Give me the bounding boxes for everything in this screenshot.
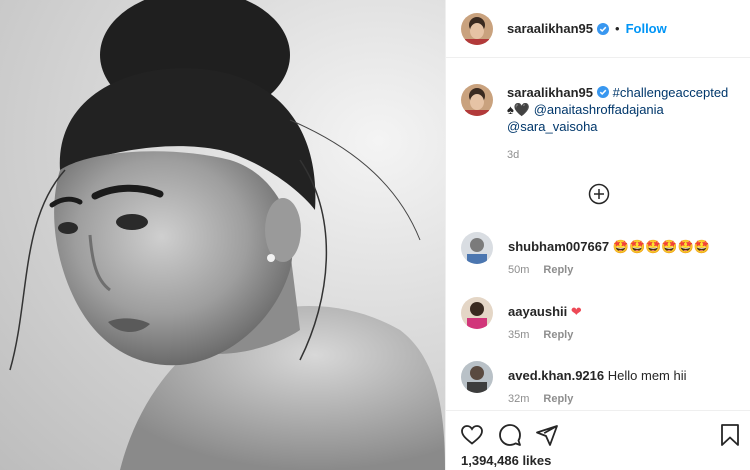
commenter-username[interactable]: shubham007667 — [508, 239, 609, 254]
bookmark-icon[interactable] — [718, 423, 742, 447]
comment-text: Hello mem hii — [607, 368, 687, 383]
comment-item: aayaushii ❤ — [461, 297, 746, 329]
follow-button[interactable]: Follow — [626, 21, 667, 36]
commenter-avatar[interactable] — [461, 297, 493, 329]
comment-time[interactable]: 32m — [508, 393, 529, 405]
commenter-username[interactable]: aayaushii — [508, 304, 567, 319]
comment-meta: 32m Reply — [508, 393, 573, 405]
heart-icon[interactable] — [460, 423, 484, 447]
author-username[interactable]: saraalikhan95 — [507, 21, 593, 36]
commenter-username[interactable]: aved.khan.9216 — [508, 368, 604, 383]
caption-mention[interactable]: @sara_vaisoha — [507, 119, 598, 134]
caption-timestamp[interactable]: 3d — [507, 149, 519, 161]
caption-emoji: ♠🖤 — [507, 102, 531, 117]
comment-time[interactable]: 35m — [508, 329, 529, 341]
verified-badge-icon — [597, 22, 610, 35]
comment-time[interactable]: 50m — [508, 264, 529, 276]
reply-button[interactable]: Reply — [543, 393, 573, 405]
caption: saraalikhan95 #challengeaccepted ♠🖤 @ana… — [461, 84, 741, 135]
plus-circle-icon[interactable] — [588, 183, 610, 205]
likes-count[interactable]: 1,394,486 likes — [461, 453, 551, 468]
caption-hashtag[interactable]: #challengeaccepted — [613, 85, 729, 100]
reply-button[interactable]: Reply — [543, 329, 573, 341]
paper-plane-icon[interactable] — [535, 423, 559, 447]
comment-item: shubham007667 🤩🤩🤩🤩🤩🤩 — [461, 232, 746, 264]
commenter-avatar[interactable] — [461, 361, 493, 393]
commenter-avatar[interactable] — [461, 232, 493, 264]
caption-avatar[interactable] — [461, 84, 493, 116]
author-avatar[interactable] — [461, 12, 493, 45]
heart-emoji: ❤ — [570, 304, 582, 319]
verified-badge-icon — [597, 86, 610, 98]
caption-username[interactable]: saraalikhan95 — [507, 85, 593, 100]
comment-meta: 35m Reply — [508, 329, 573, 341]
comment-item: aved.khan.9216 Hello mem hii — [461, 361, 746, 393]
separator-dot: • — [615, 21, 620, 36]
post-details-panel: saraalikhan95 • Follow saraalikhan95 #ch… — [445, 0, 750, 470]
caption-mention[interactable]: @anaitashroffadajania — [534, 102, 664, 117]
portrait-image — [9, 0, 445, 470]
reply-button[interactable]: Reply — [543, 264, 573, 276]
comment-text: 🤩🤩🤩🤩🤩🤩 — [612, 239, 710, 254]
post-photo[interactable] — [0, 0, 445, 470]
caption-text: saraalikhan95 #challengeaccepted ♠🖤 @ana… — [507, 84, 728, 135]
comment-bubble-icon[interactable] — [498, 423, 522, 447]
post-header: saraalikhan95 • Follow — [446, 0, 750, 58]
comment-meta: 50m Reply — [508, 264, 573, 276]
